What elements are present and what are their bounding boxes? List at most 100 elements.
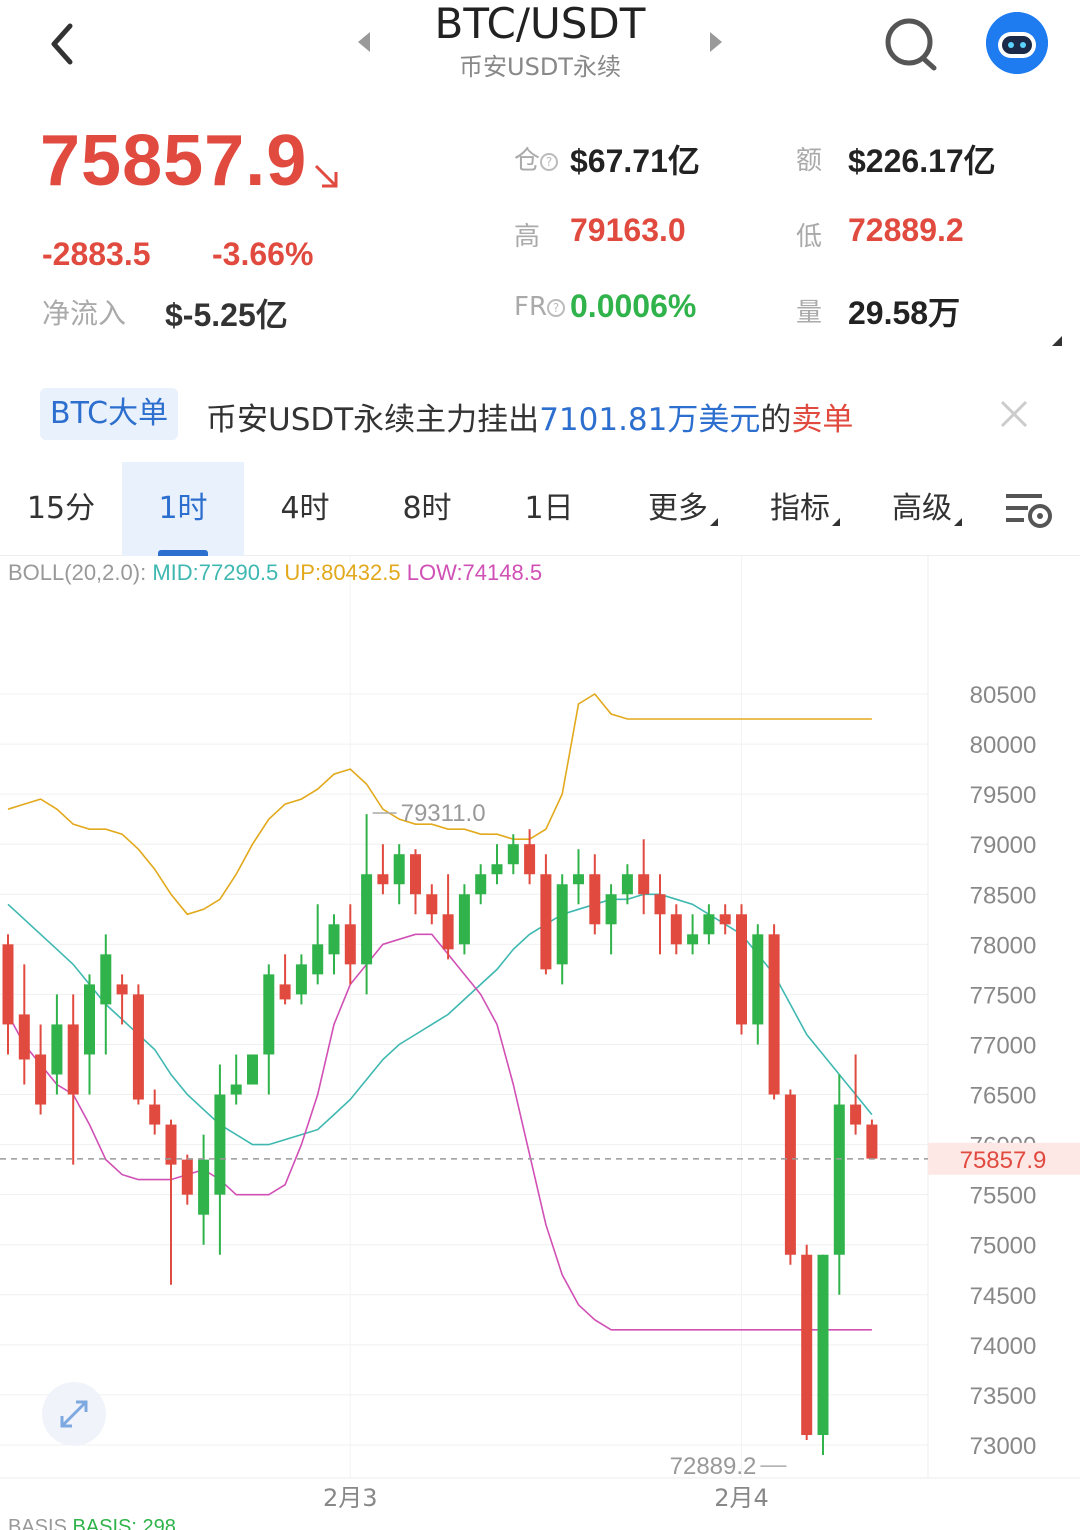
expand-stats-icon[interactable]: [1052, 336, 1062, 346]
y-tick-label: 78500: [970, 882, 1037, 909]
tab-advanced[interactable]: 高级: [866, 462, 988, 556]
chart-settings-icon[interactable]: [1002, 490, 1054, 530]
interval-tabs: 15分 1时 4时 8时 1日 更多 指标 高级: [0, 462, 1080, 556]
top-bar: BTC/USDT 币安USDT永续: [0, 0, 1080, 110]
previous-symbol-icon[interactable]: [358, 32, 370, 52]
low-label: 低: [796, 222, 823, 252]
candle-body: [181, 1159, 193, 1195]
price-change-percent: -3.66%: [212, 236, 314, 272]
candle-body: [540, 874, 552, 970]
candle-body: [573, 874, 584, 885]
turnover-label: 额: [796, 146, 823, 176]
candle-body: [833, 1104, 845, 1255]
y-tick-label: 74500: [970, 1283, 1037, 1310]
candle-body: [687, 934, 699, 945]
candle-body: [84, 984, 95, 1055]
avatar[interactable]: [986, 12, 1048, 74]
candle-body: [377, 874, 389, 885]
help-icon[interactable]: ?: [540, 152, 559, 171]
high-value: 79163.0: [570, 212, 686, 248]
candle-body: [475, 874, 487, 895]
candle-body: [458, 894, 470, 945]
candle-body: [35, 1054, 47, 1105]
netflow-label: 净流入: [42, 297, 127, 330]
dropdown-icon: [832, 518, 840, 526]
candle-body: [524, 844, 536, 875]
candle-body: [491, 864, 503, 875]
search-icon[interactable]: [882, 16, 940, 74]
candle-body: [426, 894, 438, 915]
back-icon[interactable]: [40, 12, 90, 72]
last-price: 75857.9: [40, 121, 308, 201]
exchange-subtitle: 币安USDT永续: [459, 53, 621, 81]
boll-indicator-legend: BOLL(20,2.0): MID:77290.5 UP:80432.5 LOW…: [8, 560, 543, 585]
candle-body: [442, 914, 454, 950]
big-order-message[interactable]: 币安USDT永续主力挂出7101.81万美元的卖单: [206, 394, 853, 439]
candle-body: [736, 914, 747, 1025]
tab-indicators[interactable]: 指标: [744, 462, 866, 556]
candle-body: [703, 914, 715, 935]
candle-body: [768, 934, 780, 1095]
candle-body: [605, 894, 617, 925]
high-label: 高: [514, 222, 541, 252]
y-tick-label: 79500: [970, 782, 1037, 809]
fullscreen-button[interactable]: [42, 1382, 106, 1446]
candle-body: [51, 1024, 63, 1075]
big-order-tag[interactable]: BTC大单: [40, 388, 179, 440]
tab-more[interactable]: 更多: [622, 462, 744, 556]
volume-label: 量: [796, 298, 823, 328]
candle-body: [752, 934, 764, 1025]
open-interest-label: 仓?: [514, 140, 559, 177]
tab-8h[interactable]: 8时: [366, 462, 488, 556]
y-tick-label: 76500: [970, 1083, 1037, 1110]
price-chart[interactable]: 80500 80000 79500 79000 78500 78000 77500 77000…: [0, 556, 1080, 1530]
next-symbol-icon[interactable]: [710, 32, 722, 52]
min-annotation-label: 72889.2: [670, 1453, 757, 1480]
tab-1d[interactable]: 1日: [488, 462, 610, 556]
current-price-label: 75857.9: [960, 1147, 1047, 1174]
candle-body: [67, 1024, 79, 1095]
candle-body: [214, 1094, 226, 1195]
candle-body: [116, 984, 128, 995]
price-down-icon: [314, 164, 338, 188]
open-interest-value: $67.71亿: [570, 143, 700, 179]
candle-body: [393, 854, 405, 885]
candle-body: [198, 1159, 210, 1215]
x-tick-label: 2月3: [323, 1484, 378, 1512]
candle-body: [132, 994, 144, 1100]
help-icon[interactable]: ?: [547, 298, 566, 317]
tab-15m[interactable]: 15分: [0, 462, 122, 556]
y-tick-label: 74000: [970, 1333, 1037, 1360]
candle-body: [18, 1014, 30, 1060]
low-value: 72889.2: [848, 212, 964, 248]
y-tick-label: 80500: [970, 682, 1037, 709]
y-tick-label: 75500: [970, 1183, 1037, 1210]
volume-value: 29.58万: [848, 295, 961, 331]
y-tick-label: 73500: [970, 1383, 1037, 1410]
y-tick-label: 79000: [970, 832, 1037, 859]
candle-body: [638, 874, 650, 895]
turnover-value: $226.17亿: [848, 143, 996, 179]
funding-rate-label: FR?: [514, 292, 566, 322]
candle-body: [654, 894, 666, 915]
candle-body: [295, 964, 307, 995]
y-tick-label: 75000: [970, 1233, 1037, 1260]
funding-rate-value: 0.0006%: [570, 288, 697, 324]
close-icon[interactable]: [996, 396, 1032, 432]
candle-body: [817, 1254, 829, 1435]
max-annotation-label: 79311.0: [401, 800, 486, 827]
candle-body: [312, 944, 324, 975]
page-title: BTC/USDT: [434, 0, 646, 48]
candle-body: [556, 884, 568, 965]
candle-body: [621, 874, 633, 895]
dropdown-icon: [710, 518, 718, 526]
expand-icon: [60, 1400, 88, 1428]
tab-1h[interactable]: 1时: [122, 462, 244, 556]
candle-body: [2, 944, 14, 1025]
x-tick-label: 2月4: [714, 1484, 769, 1512]
tab-4h[interactable]: 4时: [244, 462, 366, 556]
y-tick-label: 78000: [970, 932, 1037, 959]
candle-body: [866, 1124, 878, 1159]
candle-body: [279, 984, 291, 1000]
candle-body: [344, 924, 356, 965]
